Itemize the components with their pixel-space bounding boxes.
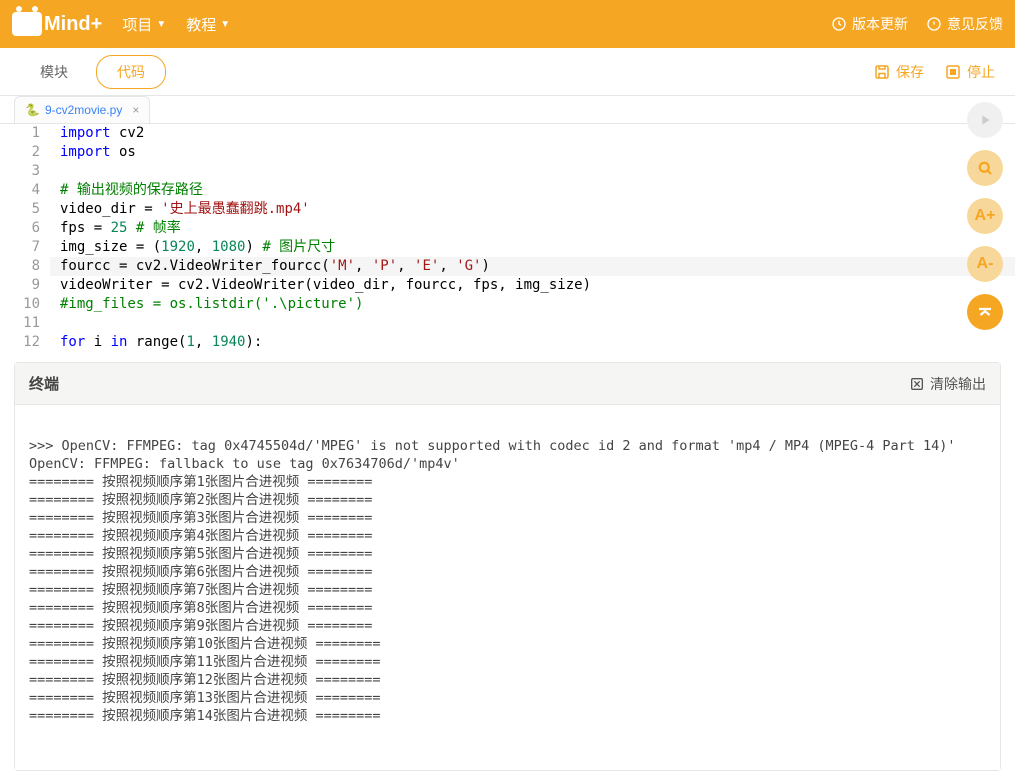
editor: 🐍 9-cv2movie.py × 123456789101112 import…: [0, 96, 1015, 352]
font-increase-button[interactable]: A+: [967, 198, 1003, 234]
terminal-title: 终端: [29, 373, 59, 394]
terminal-output[interactable]: >>> OpenCV: FFMPEG: tag 0x4745504d/'MPEG…: [15, 405, 1000, 770]
caret-down-icon: ▼: [220, 19, 230, 30]
caret-down-icon: ▼: [156, 19, 166, 30]
close-icon[interactable]: ×: [132, 103, 139, 117]
search-button[interactable]: [967, 150, 1003, 186]
save-icon: [873, 63, 891, 81]
logo-icon: [12, 12, 42, 36]
logo: Mind+: [12, 12, 102, 36]
history-icon: [831, 16, 847, 32]
feedback-link[interactable]: 意见反馈: [926, 14, 1003, 34]
stop-icon: [944, 63, 962, 81]
feedback-icon: [926, 16, 942, 32]
logo-text: Mind+: [44, 13, 102, 36]
font-decrease-button[interactable]: A-: [967, 246, 1003, 282]
file-tabs: 🐍 9-cv2movie.py ×: [0, 96, 1015, 124]
save-button[interactable]: 保存: [873, 62, 924, 82]
terminal: 终端 清除输出 >>> OpenCV: FFMPEG: tag 0x474550…: [14, 362, 1001, 771]
stop-button[interactable]: 停止: [944, 62, 995, 82]
file-tab[interactable]: 🐍 9-cv2movie.py ×: [14, 96, 150, 123]
app-header: Mind+ 项目▼ 教程▼ 版本更新 意见反馈: [0, 0, 1015, 48]
python-icon: 🐍: [25, 103, 40, 117]
search-icon: [976, 159, 994, 177]
toolbar: 模块 代码 保存 停止: [0, 48, 1015, 96]
chevron-up-icon: [976, 303, 994, 321]
menu-project[interactable]: 项目▼: [122, 14, 166, 35]
file-name: 9-cv2movie.py: [45, 103, 122, 117]
scroll-top-button[interactable]: [967, 294, 1003, 330]
editor-side-tools: A+ A-: [967, 102, 1003, 330]
line-gutter: 123456789101112: [0, 124, 50, 352]
clear-icon: [909, 376, 925, 392]
tab-code[interactable]: 代码: [96, 55, 166, 89]
menu-tutorial[interactable]: 教程▼: [186, 14, 230, 35]
run-button[interactable]: [967, 102, 1003, 138]
version-update-link[interactable]: 版本更新: [831, 14, 908, 34]
tab-blocks[interactable]: 模块: [20, 56, 88, 88]
code-lines[interactable]: import cv2import os # 输出视频的保存路径video_dir…: [50, 124, 1015, 352]
clear-output-button[interactable]: 清除输出: [909, 374, 986, 394]
code-area[interactable]: 123456789101112 import cv2import os # 输出…: [0, 124, 1015, 352]
play-icon: [977, 112, 993, 128]
terminal-header: 终端 清除输出: [15, 363, 1000, 405]
